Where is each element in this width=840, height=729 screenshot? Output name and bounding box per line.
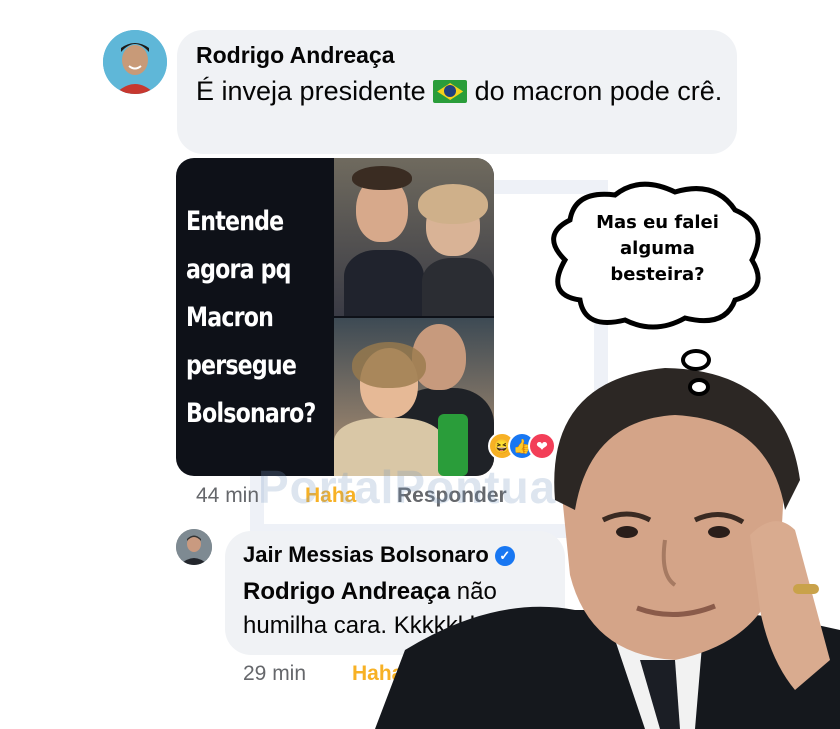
person-photo bbox=[375, 368, 840, 729]
avatar[interactable] bbox=[176, 529, 212, 565]
thought-bubble-text: Mas eu falei alguma besteira? bbox=[596, 212, 719, 285]
photo-couple-top bbox=[334, 158, 494, 316]
image-caption: Entende agora pq Macron persegue Bolsona… bbox=[186, 206, 316, 429]
avatar[interactable] bbox=[103, 30, 167, 94]
comment-text: É inveja presidente do macron pode crê. bbox=[196, 76, 723, 106]
comment-timestamp[interactable]: 29 min bbox=[243, 662, 306, 686]
thought-dot bbox=[681, 349, 711, 371]
comment-timestamp[interactable]: 44 min bbox=[196, 484, 259, 508]
brazil-flag-icon bbox=[433, 80, 468, 103]
thought-dot bbox=[688, 378, 710, 396]
comment-author[interactable]: Rodrigo Andreaça bbox=[196, 42, 395, 69]
